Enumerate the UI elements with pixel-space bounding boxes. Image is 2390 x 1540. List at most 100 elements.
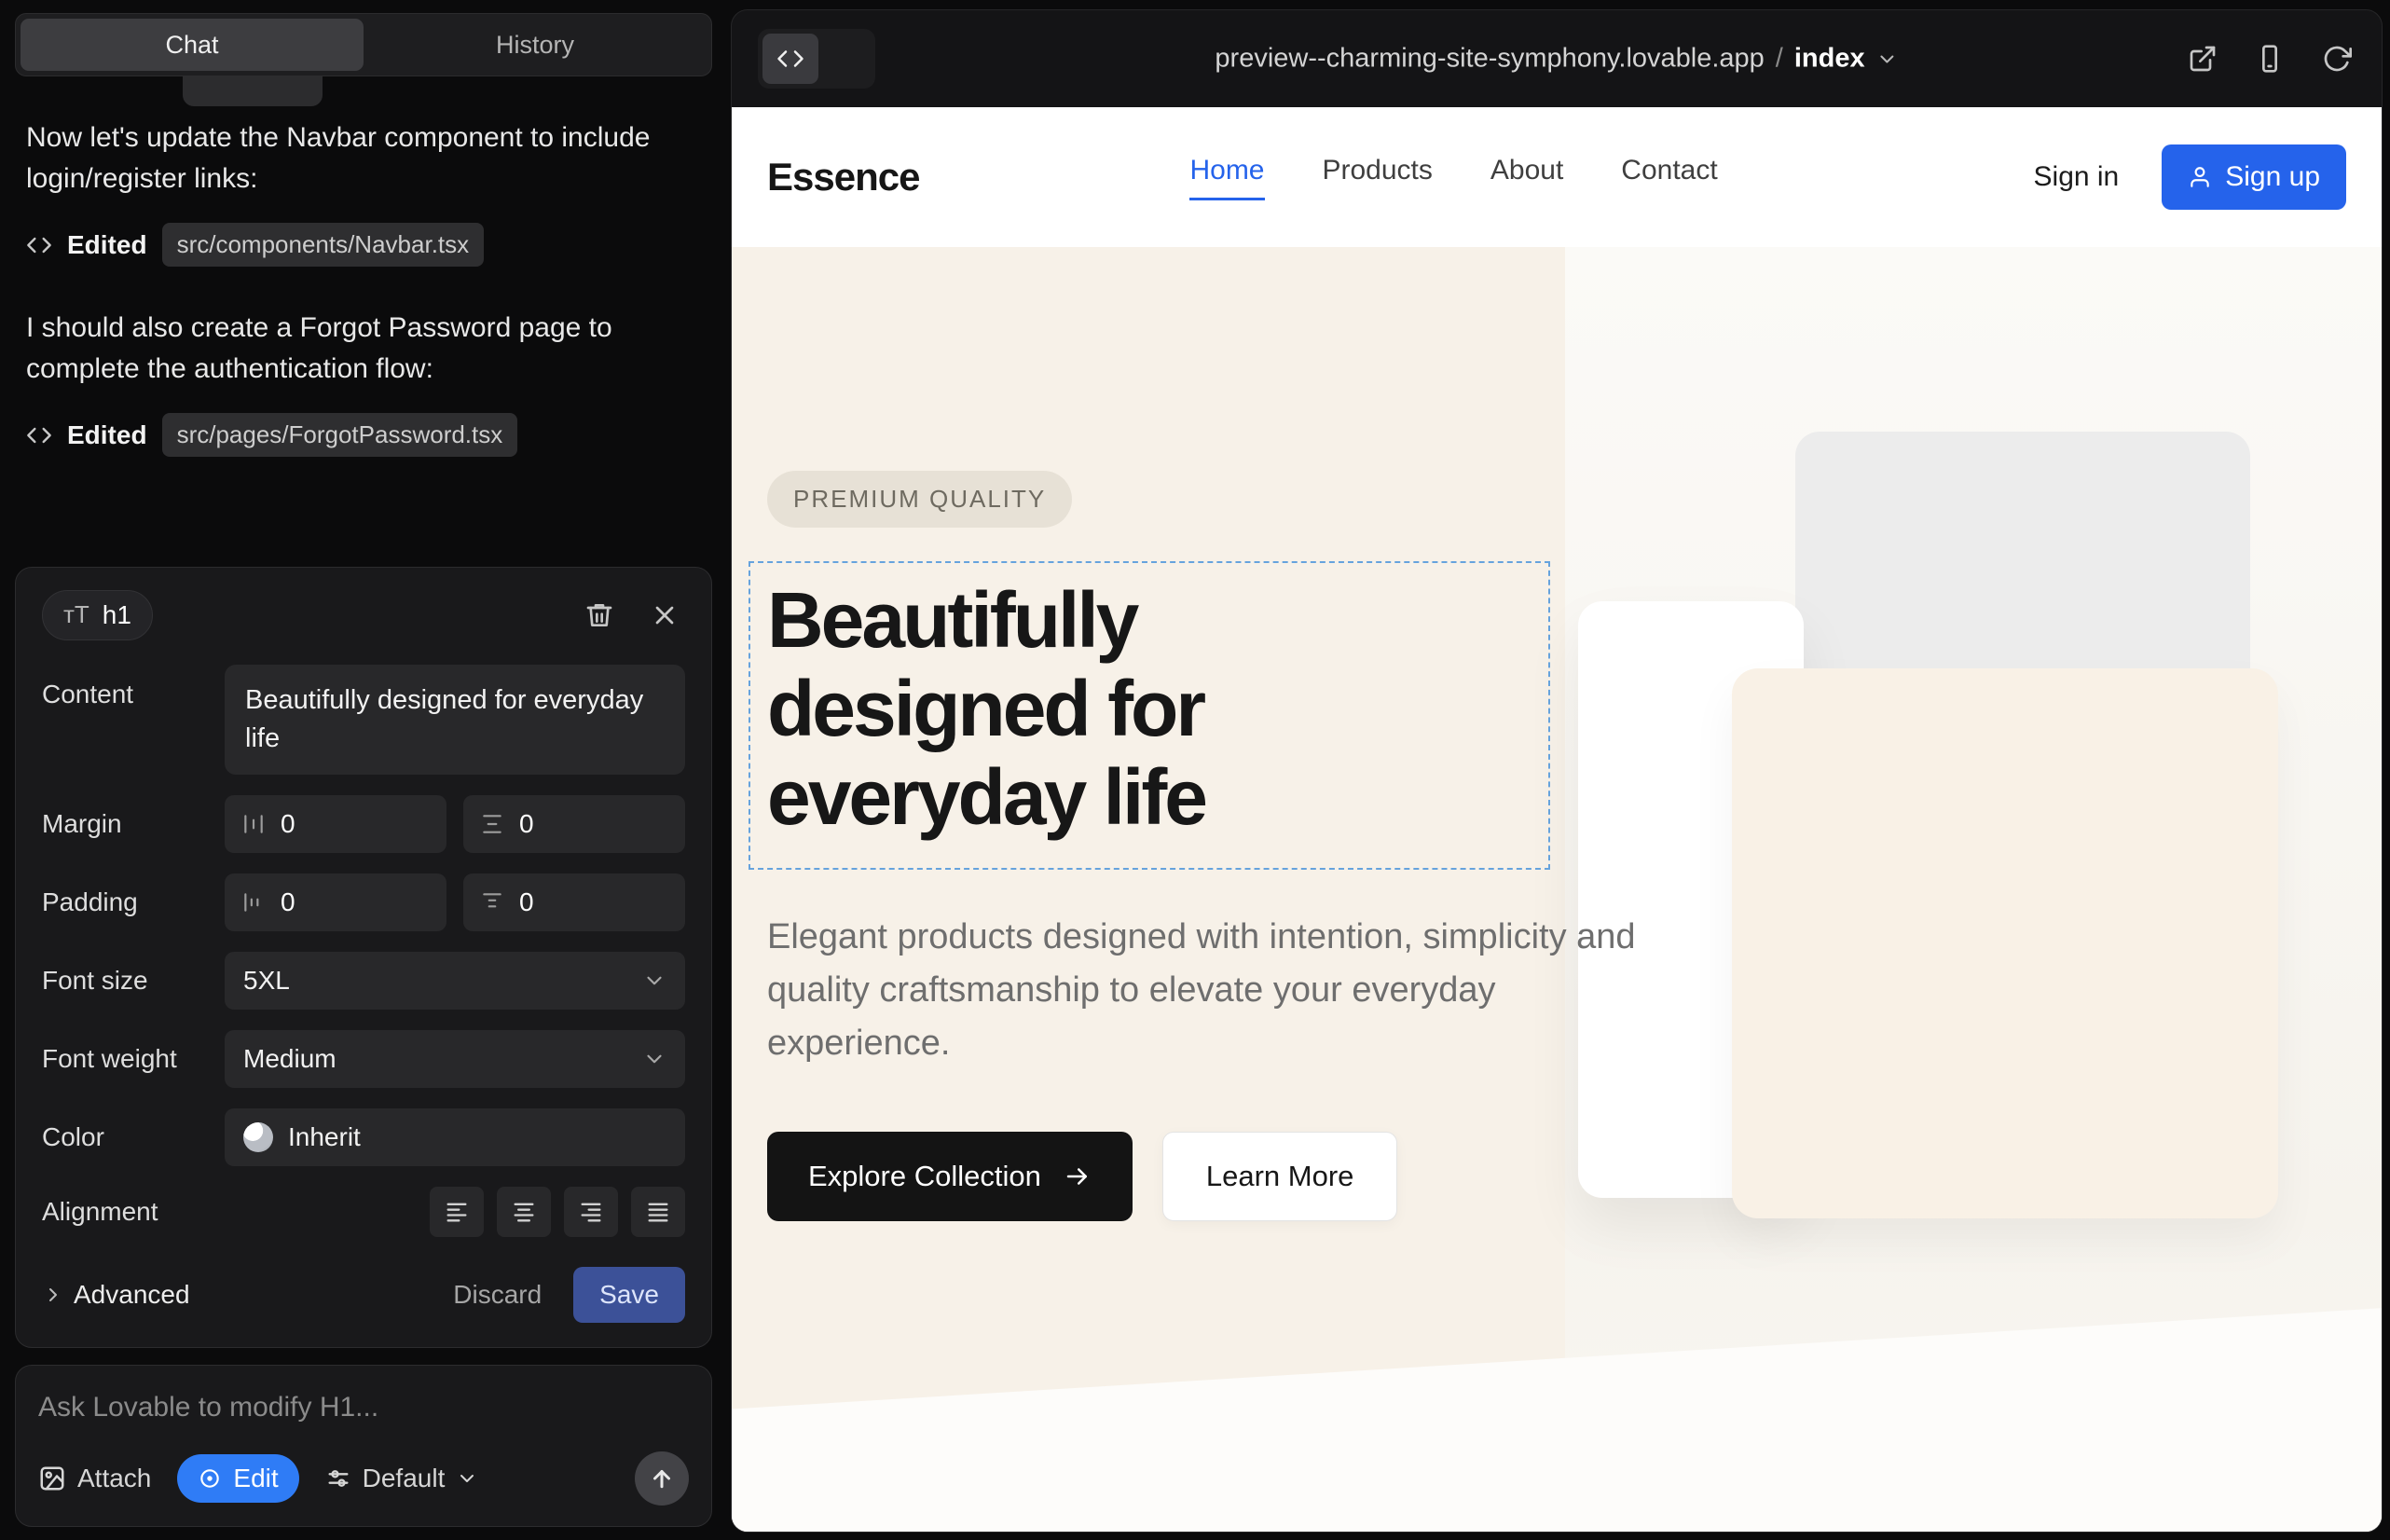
decor-rectangle-beige [1732,668,2278,1218]
url-separator: / [1776,44,1783,75]
model-default-label: Default [363,1464,446,1493]
sidebar-tabbar: Chat History [15,13,712,76]
file-chip-forgot-password[interactable]: src/pages/ForgotPassword.tsx [162,413,518,457]
arrow-right-icon [1064,1162,1092,1190]
padding-y-value: 0 [519,887,534,917]
nav-link-contact[interactable]: Contact [1621,155,1717,200]
padding-x-value: 0 [281,887,295,917]
horizontal-spacing-icon [241,812,266,836]
learn-more-button[interactable]: Learn More [1162,1132,1398,1221]
sign-up-button[interactable]: Sign up [2162,144,2346,210]
padding-x-input[interactable]: 0 [225,873,446,931]
sign-in-link[interactable]: Sign in [2034,161,2120,193]
delete-element-button[interactable] [579,595,620,636]
vertical-spacing-icon [480,812,504,836]
tab-history[interactable]: History [364,19,707,71]
chevron-down-icon [642,1047,666,1071]
explore-collection-label: Explore Collection [808,1160,1041,1193]
align-right-button[interactable] [564,1187,618,1237]
margin-y-input[interactable]: 0 [463,795,685,853]
margin-x-value: 0 [281,809,295,839]
site-navbar: Essence Home Products About Contact Sign… [732,107,2382,247]
site-preview: Essence Home Products About Contact Sign… [732,107,2382,1532]
open-external-button[interactable] [2186,42,2219,76]
selected-element-chip: тT h1 [42,590,153,640]
sign-up-label: Sign up [2225,161,2320,193]
font-weight-label: Font weight [42,1044,225,1074]
hero-background-band [732,1299,2382,1532]
discard-button[interactable]: Discard [453,1280,542,1310]
chevron-down-icon [642,969,666,993]
alignment-label: Alignment [42,1197,225,1227]
model-default-dropdown[interactable]: Default [325,1464,479,1493]
hero-section: PREMIUM QUALITY Beautifully designed for… [732,247,2382,1532]
nav-link-about[interactable]: About [1490,155,1563,200]
attach-button[interactable]: Attach [38,1464,151,1493]
save-button[interactable]: Save [573,1267,685,1323]
padding-y-input[interactable]: 0 [463,873,685,931]
composer-input[interactable] [38,1392,689,1423]
align-justify-button[interactable] [631,1187,685,1237]
chevron-down-icon [456,1467,478,1490]
chevron-down-icon [1876,48,1899,70]
code-icon [762,34,818,84]
truncated-chip [183,76,323,106]
edit-mode-label: Edit [233,1464,278,1493]
code-icon [26,422,52,448]
align-left-button[interactable] [430,1187,484,1237]
edited-file-row: Edited src/pages/ForgotPassword.tsx [26,413,701,457]
mobile-view-button[interactable] [2253,42,2287,76]
headline-line-2: designed for [767,665,1532,753]
font-size-label: Font size [42,966,225,996]
hero-headline: Beautifully designed for everyday life [767,576,1532,842]
selected-h1-element[interactable]: Beautifully designed for everyday life [749,561,1550,870]
premium-quality-badge: PREMIUM QUALITY [767,471,1072,528]
element-editor-panel: тT h1 Content Beautifully designed for e… [15,567,712,1348]
learn-more-label: Learn More [1206,1160,1354,1193]
chat-message-list: Now let's update the Navbar component to… [15,76,712,567]
file-chip-navbar[interactable]: src/components/Navbar.tsx [162,223,485,267]
font-weight-select[interactable]: Medium [225,1030,685,1088]
vertical-padding-icon [480,890,504,914]
font-size-value: 5XL [243,966,290,996]
sliders-icon [325,1465,351,1492]
chat-composer: Attach Edit Default [15,1365,712,1527]
preview-toolbar: preview--charming-site-symphony.lovable.… [732,10,2382,107]
send-button[interactable] [635,1451,689,1506]
align-center-button[interactable] [497,1187,551,1237]
explore-collection-button[interactable]: Explore Collection [767,1132,1133,1221]
code-preview-toggle[interactable] [758,29,875,89]
edit-mode-button[interactable]: Edit [177,1454,298,1503]
nav-link-home[interactable]: Home [1189,155,1264,200]
nav-link-products[interactable]: Products [1323,155,1433,200]
refresh-button[interactable] [2320,42,2354,76]
margin-label: Margin [42,809,225,839]
chat-message: I should also create a Forgot Password p… [26,308,701,389]
headline-line-1: Beautifully [767,576,1532,665]
content-textarea[interactable]: Beautifully designed for everyday life [225,665,685,775]
horizontal-padding-icon [241,890,266,914]
edit-target-icon [198,1466,222,1491]
tab-chat[interactable]: Chat [21,19,364,71]
attach-image-icon [38,1464,66,1492]
preview-panel: preview--charming-site-symphony.lovable.… [731,9,2383,1533]
font-size-select[interactable]: 5XL [225,952,685,1010]
attach-label: Attach [77,1464,151,1493]
color-swatch [243,1122,273,1152]
chat-sidebar: Chat History Now let's update the Navbar… [0,0,727,1540]
site-logo[interactable]: Essence [767,155,919,199]
edited-label: Edited [67,230,147,260]
close-editor-button[interactable] [644,595,685,636]
edited-file-row: Edited src/components/Navbar.tsx [26,223,701,267]
code-icon [26,232,52,258]
advanced-toggle[interactable]: Advanced [42,1280,190,1310]
preview-domain: preview--charming-site-symphony.lovable.… [1215,44,1764,75]
margin-x-input[interactable]: 0 [225,795,446,853]
headline-line-3: everyday life [767,753,1532,842]
chevron-right-icon [42,1284,64,1306]
chat-message: Now let's update the Navbar component to… [26,117,701,199]
preview-url-dropdown[interactable]: preview--charming-site-symphony.lovable.… [1215,44,1898,75]
color-select[interactable]: Inherit [225,1108,685,1166]
selected-tag-label: h1 [103,600,131,630]
text-type-icon: тT [63,600,89,629]
